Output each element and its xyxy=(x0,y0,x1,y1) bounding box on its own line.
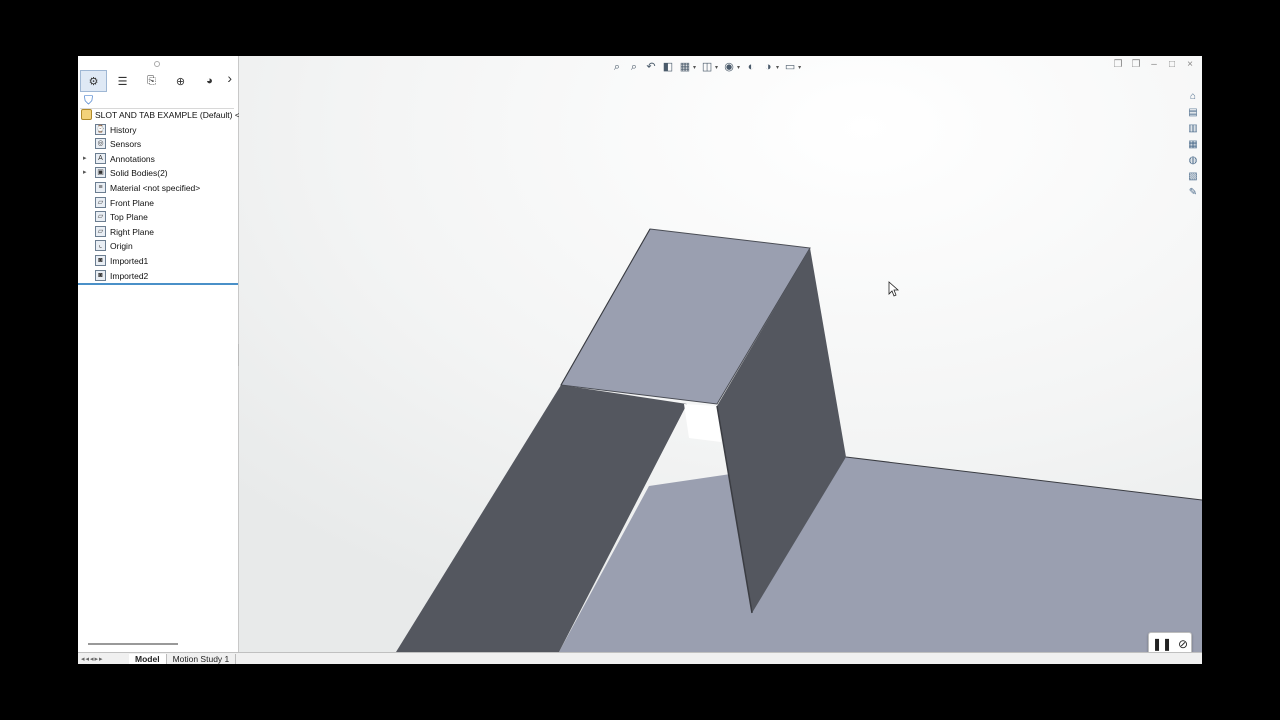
crosshair-icon: ⊕ xyxy=(175,75,186,88)
tab-nav-arrows-icon[interactable]: ◂◂◂▸▸ xyxy=(78,655,129,663)
tree-item[interactable]: ◙ Imported2 xyxy=(78,269,238,284)
expand-arrow-icon[interactable]: ▸ xyxy=(83,154,87,162)
display-pie-icon: ◕ xyxy=(206,75,213,87)
panel-horizontal-scrollbar[interactable] xyxy=(88,643,178,645)
view-settings-icon[interactable]: ▭ xyxy=(784,61,796,73)
panel-grip[interactable] xyxy=(154,61,160,67)
heads-up-view-toolbar: ⌕ ⌕ ↶ ◧ ▦ ▾ ◫ ▾ ◉ ▾ ◐ ◑ ▾ ▭ ▾ xyxy=(611,59,801,75)
view-orientation-icon[interactable]: ◫ xyxy=(701,61,713,73)
model-view[interactable] xyxy=(239,56,1202,652)
tree-rollback-bar[interactable] xyxy=(78,283,238,285)
tree-item-label: Top Plane xyxy=(110,212,148,223)
solid-bodies-icon: ▣ xyxy=(95,167,106,179)
chevron-down-icon[interactable]: ▾ xyxy=(715,64,718,71)
filter-icon: ⛉ xyxy=(84,93,94,107)
plane-icon: ▱ xyxy=(95,196,106,208)
annotation-icon: A xyxy=(95,152,106,164)
tree-item[interactable]: ▱ Top Plane xyxy=(78,210,238,225)
tree-item[interactable]: ▸ A Annotations xyxy=(78,152,238,167)
property-manager-icon: ☰ xyxy=(117,75,128,88)
feature-tree: SLOT AND TAB EXAMPLE (Default) <<De ⌚ His… xyxy=(78,108,256,284)
hide-controls-icon[interactable]: ⊘ xyxy=(1178,637,1188,651)
tab-model[interactable]: Model xyxy=(129,653,167,664)
tree-item[interactable]: ▱ Front Plane xyxy=(78,196,238,211)
tree-item-label: Front Plane xyxy=(110,197,154,208)
slot-opening xyxy=(684,404,721,442)
tree-item[interactable]: ▱ Right Plane xyxy=(78,225,238,240)
tree-filter[interactable]: ⛉ xyxy=(80,92,234,109)
minimize-icon[interactable]: – xyxy=(1148,59,1160,70)
imported-body-icon: ◙ xyxy=(95,254,106,266)
bottom-tab-bar: ◂◂◂▸▸ Model Motion Study 1 xyxy=(78,652,1202,664)
tree-item[interactable]: ◎ Sensors xyxy=(78,137,238,152)
graphics-area[interactable]: ⌕ ⌕ ↶ ◧ ▦ ▾ ◫ ▾ ◉ ▾ ◐ ◑ ▾ ▭ ▾ ❐ ❐ – □ × … xyxy=(239,56,1202,656)
history-icon: ⌚ xyxy=(95,123,106,135)
tree-item-label: Material <not specified> xyxy=(110,182,201,193)
zoom-to-fit-icon[interactable]: ⌕ xyxy=(611,61,623,73)
solidworks-window: ⚙ ☰ ⎘ ⊕ ◕ › ⛉ SLOT AND TAB EXAMPLE (Defa… xyxy=(78,56,1202,664)
tree-item-label: History xyxy=(110,124,137,135)
configuration-manager-tab[interactable]: ⎘ xyxy=(138,70,165,92)
file-explorer-icon[interactable]: ▦ xyxy=(1186,138,1200,152)
tree-item[interactable]: ≡ Material <not specified> xyxy=(78,181,238,196)
display-manager-tab[interactable]: ◕ xyxy=(196,70,223,92)
chevron-down-icon[interactable]: ▾ xyxy=(798,64,801,71)
home-icon[interactable]: ⌂ xyxy=(1186,90,1200,104)
display-style-icon[interactable]: ◉ xyxy=(723,61,735,73)
view-palette-icon[interactable]: ◍ xyxy=(1186,154,1200,168)
tile-window-icon[interactable]: ❐ xyxy=(1112,59,1124,70)
tree-item-label: Origin xyxy=(110,241,133,252)
origin-icon: ⌞ xyxy=(95,240,106,252)
custom-properties-icon[interactable]: ✎ xyxy=(1186,186,1200,200)
tree-item-label: Imported1 xyxy=(110,255,149,266)
expand-arrow-icon[interactable]: ▸ xyxy=(83,168,87,176)
close-icon[interactable]: × xyxy=(1184,59,1196,70)
chevron-right-icon[interactable]: › xyxy=(227,70,232,86)
sensor-icon: ◎ xyxy=(95,138,106,150)
dynamic-annotation-icon[interactable]: ▦ xyxy=(679,61,691,73)
material-icon: ≡ xyxy=(95,181,106,193)
chevron-down-icon[interactable]: ▾ xyxy=(737,64,740,71)
tree-item-label: Annotations xyxy=(110,153,155,164)
imported-body-icon: ◙ xyxy=(95,269,106,281)
dimxpert-manager-tab[interactable]: ⊕ xyxy=(167,70,194,92)
window-controls: ❐ ❐ – □ × xyxy=(1112,59,1196,70)
configuration-icon: ⎘ xyxy=(147,74,156,87)
tree-root-part[interactable]: SLOT AND TAB EXAMPLE (Default) <<De xyxy=(78,108,256,123)
hide-show-items-icon[interactable]: ◐ xyxy=(745,61,757,73)
edit-appearance-icon[interactable]: ◑ xyxy=(762,61,774,73)
zoom-to-area-icon[interactable]: ⌕ xyxy=(628,61,640,73)
tree-item-label: Right Plane xyxy=(110,226,154,237)
resources-icon[interactable]: ▤ xyxy=(1186,106,1200,120)
feature-manager-icon: ⚙ xyxy=(88,75,99,88)
plane-icon: ▱ xyxy=(95,211,106,223)
tree-item[interactable]: ⌚ History xyxy=(78,123,238,138)
tree-item-label: Solid Bodies(2) xyxy=(110,168,168,179)
plane-icon: ▱ xyxy=(95,225,106,237)
tree-root-label: SLOT AND TAB EXAMPLE (Default) <<De xyxy=(95,110,256,120)
maximize-icon[interactable]: □ xyxy=(1166,59,1178,70)
tree-item[interactable]: ◙ Imported1 xyxy=(78,254,238,269)
tree-item[interactable]: ▸ ▣ Solid Bodies(2) xyxy=(78,166,238,181)
task-pane: ⌂ ▤ ▥ ▦ ◍ ▧ ✎ xyxy=(1186,90,1202,200)
tree-item-label: Sensors xyxy=(110,139,142,150)
feature-manager-panel: ⚙ ☰ ⎘ ⊕ ◕ › ⛉ SLOT AND TAB EXAMPLE (Defa… xyxy=(78,56,256,652)
chevron-down-icon[interactable]: ▾ xyxy=(693,64,696,71)
feature-manager-tab[interactable]: ⚙ xyxy=(80,70,107,92)
part-icon xyxy=(81,109,92,120)
tree-item-label: Imported2 xyxy=(110,270,149,281)
restore-window-icon[interactable]: ❐ xyxy=(1130,59,1142,70)
chevron-down-icon[interactable]: ▾ xyxy=(776,64,779,71)
previous-view-icon[interactable]: ↶ xyxy=(645,61,657,73)
design-library-icon[interactable]: ▥ xyxy=(1186,122,1200,136)
tab-motion-study[interactable]: Motion Study 1 xyxy=(167,653,237,664)
pause-icon[interactable]: ❚❚ xyxy=(1152,637,1172,651)
appearances-icon[interactable]: ▧ xyxy=(1186,170,1200,184)
property-manager-tab[interactable]: ☰ xyxy=(109,70,136,92)
tree-item[interactable]: ⌞ Origin xyxy=(78,239,238,254)
section-view-icon[interactable]: ◧ xyxy=(662,61,674,73)
panel-tabs: ⚙ ☰ ⎘ ⊕ ◕ › xyxy=(80,70,236,92)
